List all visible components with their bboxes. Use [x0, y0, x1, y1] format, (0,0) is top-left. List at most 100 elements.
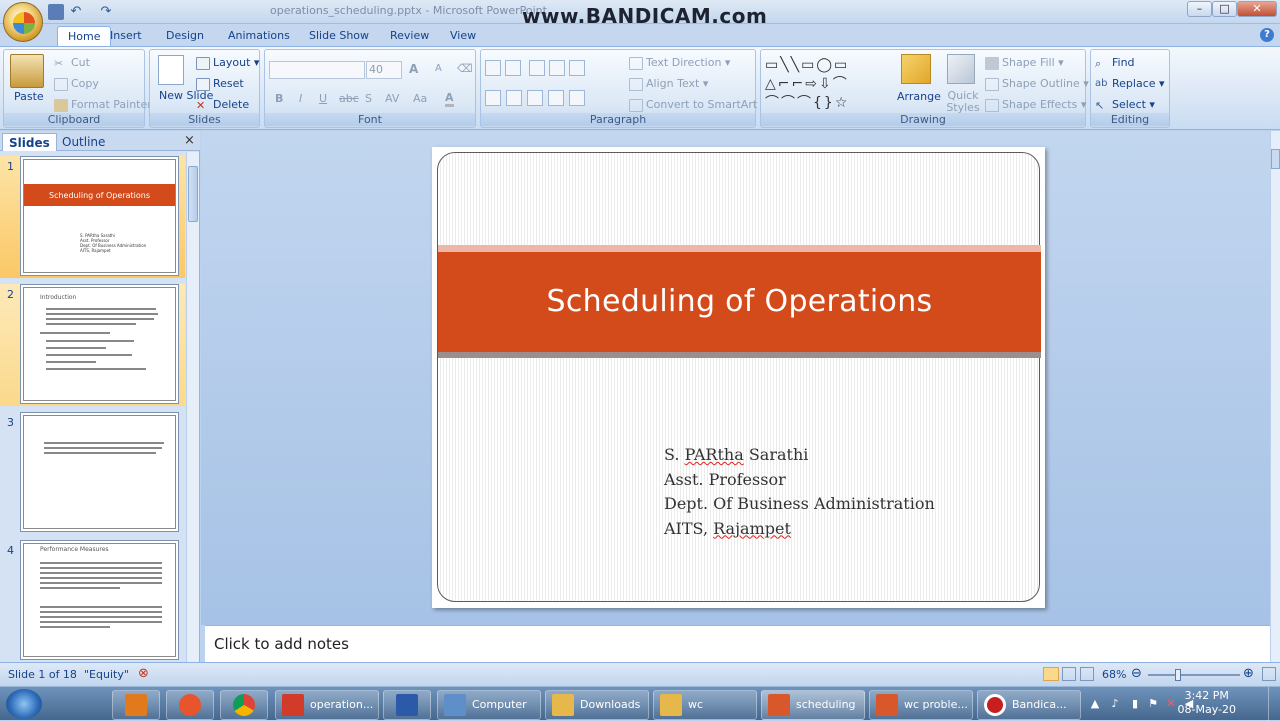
slide-thumbnail-2[interactable]: 2 Introduction [0, 284, 185, 406]
tab-review[interactable]: Review [380, 26, 439, 46]
tab-design[interactable]: Design [156, 26, 214, 46]
show-desktop-button[interactable] [1268, 687, 1280, 721]
paste-button[interactable]: Paste [14, 90, 44, 103]
slide-title[interactable]: Scheduling of Operations [438, 252, 1041, 352]
convert-smartart-button[interactable]: Convert to SmartArt ▾ [629, 98, 766, 112]
find-button[interactable]: ⌕ Find [1095, 56, 1135, 70]
align-center-icon[interactable] [506, 90, 522, 106]
undo-icon[interactable]: ↶ [68, 4, 84, 20]
taskbar-bandicam[interactable]: Bandica... [977, 690, 1081, 720]
replace-button[interactable]: ab Replace ▾ [1095, 77, 1165, 91]
pane-scrollbar[interactable] [186, 152, 199, 662]
taskbar-word[interactable] [383, 690, 431, 720]
zoom-out-icon[interactable]: ⊖ [1131, 666, 1142, 681]
bullets-icon[interactable] [485, 60, 501, 76]
select-button[interactable]: ↖ Select ▾ [1095, 98, 1155, 112]
arrange-icon[interactable] [901, 54, 931, 84]
underline-button[interactable]: U [319, 92, 327, 105]
taskbar-pdf[interactable]: operation... [275, 690, 379, 720]
zoom-slider-thumb[interactable] [1175, 669, 1181, 681]
paste-icon[interactable] [10, 54, 44, 88]
columns-icon[interactable] [569, 90, 585, 106]
tab-view[interactable]: View [440, 26, 486, 46]
copy-button[interactable]: Copy [54, 77, 99, 91]
tab-outline[interactable]: Outline [56, 133, 111, 151]
save-icon[interactable] [48, 4, 64, 20]
taskbar-computer[interactable]: Computer [437, 690, 541, 720]
char-spacing-button[interactable]: AV [385, 92, 399, 105]
security-icon[interactable]: ✕ [1164, 697, 1178, 711]
change-case-button[interactable]: Aa [413, 92, 427, 105]
taskbar-scheduling[interactable]: scheduling [761, 690, 865, 720]
tray-expand-icon[interactable]: ▲ [1088, 697, 1102, 711]
network-icon[interactable]: ▮ [1128, 697, 1142, 711]
tab-slides[interactable]: Slides [2, 133, 57, 151]
taskbar-wc-folder[interactable]: wc [653, 690, 757, 720]
volume-icon[interactable]: ♪ [1108, 697, 1122, 711]
office-button[interactable] [3, 2, 43, 42]
reset-button[interactable]: Reset [196, 77, 244, 91]
normal-view-icon[interactable] [1043, 667, 1059, 681]
align-left-icon[interactable] [485, 90, 501, 106]
tab-insert[interactable]: Insert [100, 26, 152, 46]
taskbar-wc-problem[interactable]: wc proble... [869, 690, 973, 720]
slide-thumbnail-1[interactable]: 1 Scheduling of Operations S. PARtha Sar… [0, 156, 185, 278]
clock[interactable]: 3:42 PM 08-May-20 [1178, 689, 1236, 717]
font-color-button[interactable]: A [445, 91, 454, 107]
increase-indent-icon[interactable] [549, 60, 565, 76]
zoom-slider[interactable] [1148, 674, 1240, 676]
shape-outline-button[interactable]: Shape Outline ▾ [985, 77, 1089, 91]
strikethrough-button[interactable]: abc [339, 92, 359, 105]
layout-button[interactable]: Layout ▾ [196, 56, 259, 70]
numbering-icon[interactable] [505, 60, 521, 76]
delete-button[interactable]: ✕ Delete [196, 98, 249, 112]
maximize-button[interactable]: □ [1212, 1, 1237, 17]
scroll-thumb[interactable] [188, 166, 198, 222]
help-icon[interactable]: ? [1260, 28, 1274, 42]
taskbar-downloads[interactable]: Downloads [545, 690, 649, 720]
taskbar-media-player[interactable] [112, 690, 160, 720]
grow-font-button[interactable]: A [409, 62, 418, 76]
close-button[interactable]: ✕ [1237, 1, 1277, 17]
shape-effects-button[interactable]: Shape Effects ▾ [985, 98, 1086, 112]
shadow-button[interactable]: S [365, 92, 372, 105]
align-text-button[interactable]: Align Text ▾ [629, 77, 708, 91]
shrink-font-button[interactable]: A [435, 63, 442, 74]
zoom-in-icon[interactable]: ⊕ [1243, 666, 1254, 681]
slide-thumbnail-4[interactable]: 4 Performance Measures [0, 540, 185, 662]
text-direction-button[interactable]: Text Direction ▾ [629, 56, 730, 70]
redo-icon[interactable]: ↷ [98, 4, 114, 20]
shape-fill-button[interactable]: Shape Fill ▾ [985, 56, 1064, 70]
font-name-box[interactable] [269, 61, 365, 79]
taskbar-chrome[interactable] [220, 690, 268, 720]
notes-pane[interactable]: Click to add notes [205, 625, 1270, 662]
start-button[interactable] [6, 689, 42, 719]
arrange-button[interactable]: Arrange [897, 90, 941, 103]
bold-button[interactable]: B [275, 92, 283, 105]
zoom-level[interactable]: 68% [1102, 668, 1126, 681]
fit-window-icon[interactable] [1262, 667, 1276, 681]
shapes-gallery[interactable]: ▭╲╲▭◯▭ △⌐⌐⇨⇩⌒ ⌒⌒⌒{}☆ [765, 56, 889, 112]
slideshow-view-icon[interactable] [1080, 667, 1094, 681]
tab-slide-show[interactable]: Slide Show [299, 26, 379, 46]
cut-button[interactable]: ✂ Cut [54, 56, 90, 70]
close-pane-icon[interactable]: × [184, 133, 195, 148]
sorter-view-icon[interactable] [1062, 667, 1076, 681]
tab-animations[interactable]: Animations [218, 26, 300, 46]
flag-icon[interactable]: ⚑ [1146, 697, 1160, 711]
italic-button[interactable]: I [299, 92, 302, 105]
taskbar-firefox[interactable] [166, 690, 214, 720]
decrease-indent-icon[interactable] [529, 60, 545, 76]
font-size-box[interactable]: 40 [366, 61, 402, 79]
format-painter-button[interactable]: Format Painter [54, 98, 152, 112]
clear-format-icon[interactable]: ⌫ [457, 62, 473, 75]
editor-scrollbar[interactable] [1270, 131, 1280, 662]
spellcheck-icon[interactable]: ⊗ [138, 666, 149, 681]
quick-styles-button[interactable]: Quick Styles [943, 90, 983, 114]
quick-styles-icon[interactable] [947, 54, 975, 84]
minimize-button[interactable]: – [1187, 1, 1212, 17]
line-spacing-icon[interactable] [569, 60, 585, 76]
current-slide[interactable]: Scheduling of Operations S. PARtha Sarat… [432, 147, 1045, 608]
slide-subtitle[interactable]: S. PARtha Sarathi Asst. Professor Dept. … [664, 443, 1034, 541]
justify-icon[interactable] [548, 90, 564, 106]
